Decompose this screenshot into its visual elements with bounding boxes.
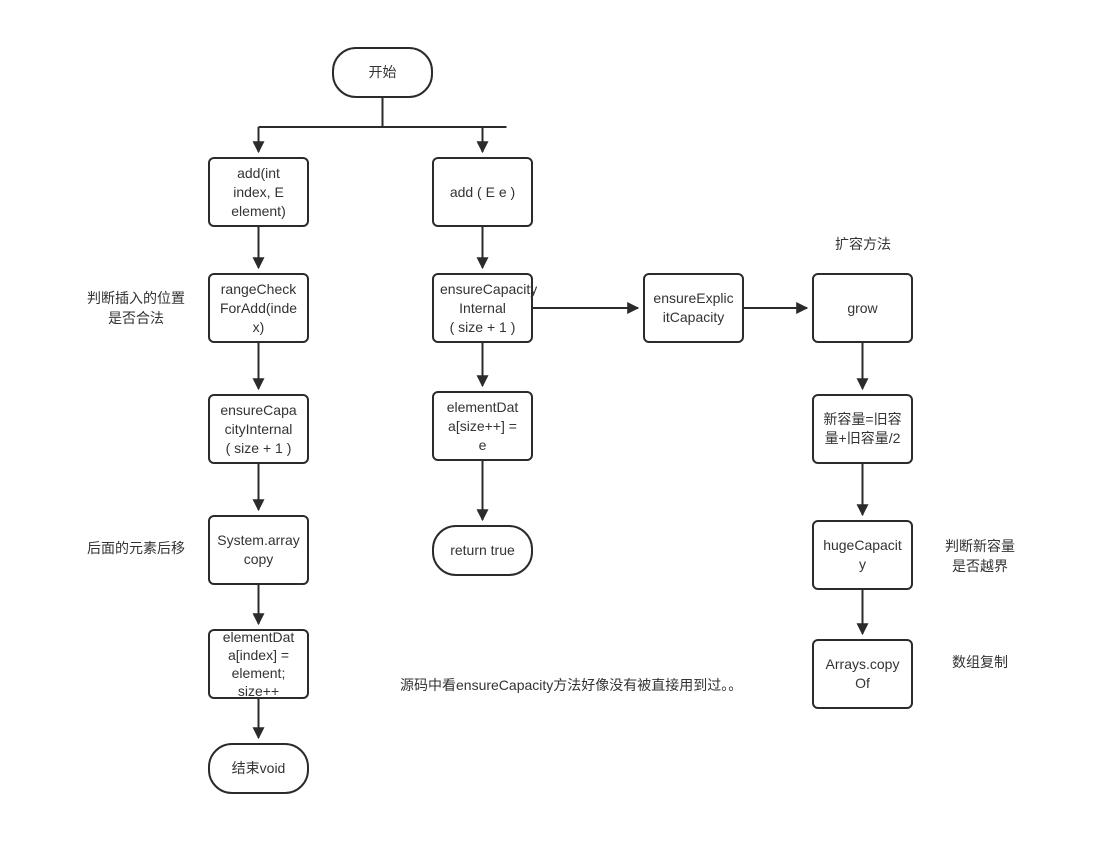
node-element-data-size-label: elementDat a[size++] = e bbox=[446, 398, 519, 453]
node-ensure-capacity-internal-mid[interactable]: ensureCapacity Internal ( size + 1 ) bbox=[432, 273, 538, 343]
node-range-check-for-add[interactable]: rangeCheck ForAdd(inde x) bbox=[208, 273, 309, 343]
node-add-index-label: add(int index, E element) bbox=[231, 164, 286, 219]
node-new-capacity[interactable]: 新容量=旧容 量+旧容量/2 bbox=[812, 394, 913, 464]
node-element-data-index-label: elementDat a[index] = element; size++ bbox=[222, 629, 295, 699]
note-ensure-capacity: 源码中看ensureCapacity方法好像没有被直接用到过。。 bbox=[400, 677, 743, 693]
flowchart-edges bbox=[252, 98, 869, 740]
node-end-void-label: 结束void bbox=[231, 760, 286, 776]
node-grow-label: grow bbox=[847, 299, 878, 316]
node-system-arraycopy-label: System.array copy bbox=[217, 532, 300, 567]
node-element-data-size[interactable]: elementDat a[size++] = e bbox=[432, 391, 533, 461]
node-add-index[interactable]: add(int index, E element) bbox=[208, 157, 309, 227]
node-grow[interactable]: grow bbox=[812, 273, 913, 343]
node-start[interactable]: 开始 bbox=[332, 47, 433, 98]
node-range-check-for-add-label: rangeCheck ForAdd(inde x) bbox=[219, 280, 298, 335]
node-start-label: 开始 bbox=[368, 64, 397, 80]
annotation-array-copy: 数组复制 bbox=[952, 654, 1008, 670]
node-end-void[interactable]: 结束void bbox=[208, 743, 309, 794]
node-huge-capacity[interactable]: hugeCapacit y bbox=[812, 520, 913, 590]
node-return-true-label: return true bbox=[450, 542, 515, 558]
annotation-grow-method: 扩容方法 bbox=[835, 236, 891, 252]
node-arrays-copyof-label: Arrays.copy Of bbox=[825, 656, 900, 691]
node-ensure-capacity-internal-mid-label: ensureCapacity Internal ( size + 1 ) bbox=[440, 280, 538, 335]
node-ensure-explicit-capacity[interactable]: ensureExplic itCapacity bbox=[643, 273, 744, 343]
node-new-capacity-label: 新容量=旧容 量+旧容量/2 bbox=[823, 411, 902, 446]
annotation-range-check: 判断插入的位置 是否合法 bbox=[87, 290, 185, 326]
node-element-data-index[interactable]: elementDat a[index] = element; size++ bbox=[208, 629, 309, 699]
annotation-huge-capacity: 判断新容量 是否越界 bbox=[945, 538, 1015, 574]
node-return-true[interactable]: return true bbox=[432, 525, 533, 576]
node-arrays-copyof[interactable]: Arrays.copy Of bbox=[812, 639, 913, 709]
node-ensure-capacity-internal-left[interactable]: ensureCapa cityInternal ( size + 1 ) bbox=[208, 394, 309, 464]
node-ensure-capacity-internal-left-label: ensureCapa cityInternal ( size + 1 ) bbox=[220, 401, 297, 456]
node-add-e-label: add ( E e ) bbox=[449, 183, 516, 200]
annotation-shift-elements: 后面的元素后移 bbox=[87, 540, 185, 556]
node-add-e[interactable]: add ( E e ) bbox=[432, 157, 533, 227]
node-system-arraycopy[interactable]: System.array copy bbox=[208, 515, 309, 585]
node-ensure-explicit-capacity-label: ensureExplic itCapacity bbox=[653, 290, 734, 325]
flowchart-canvas: 开始 add(int index, E element) add ( E e )… bbox=[0, 0, 1116, 855]
node-huge-capacity-label: hugeCapacit y bbox=[823, 537, 902, 572]
